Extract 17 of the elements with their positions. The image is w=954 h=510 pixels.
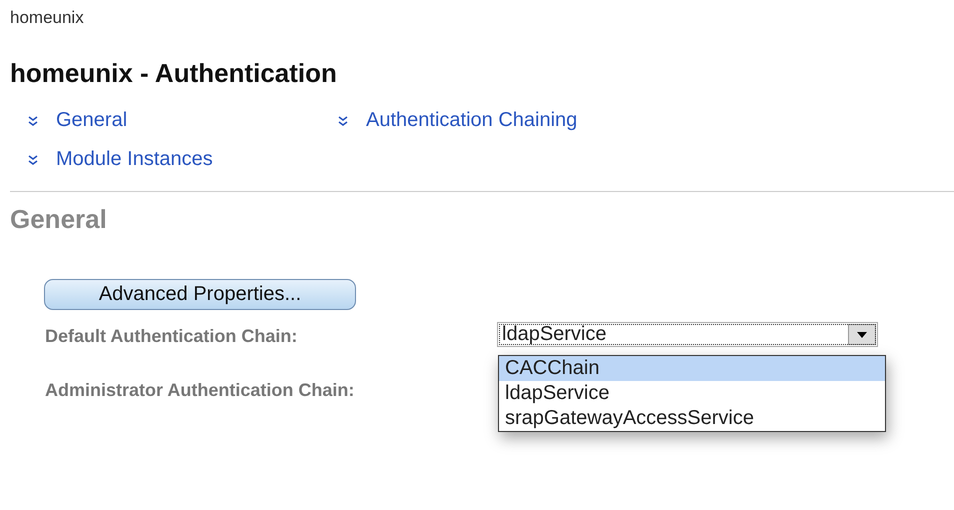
double-chevron-icon xyxy=(28,154,38,164)
dropdown-option[interactable]: CACChain xyxy=(499,356,885,381)
page-title: homeunix - Authentication xyxy=(10,58,338,89)
site-name: homeunix xyxy=(10,8,85,29)
advanced-properties-button[interactable]: Advanced Properties... xyxy=(44,279,356,310)
double-chevron-icon xyxy=(28,116,38,126)
section-link[interactable]: General xyxy=(56,109,128,132)
field-label: Administrator Authentication Chain: xyxy=(45,379,356,402)
dropdown-arrow-icon xyxy=(857,332,867,338)
dropdown-option[interactable]: ldapService xyxy=(499,381,885,406)
section-title: General xyxy=(10,204,108,235)
field-label: Default Authentication Chain: xyxy=(45,325,298,348)
dropdown-option[interactable]: srapGatewayAccessService xyxy=(499,406,885,431)
double-chevron-icon xyxy=(338,116,348,126)
section-link[interactable]: Authentication Chaining xyxy=(366,109,578,132)
select-dropdown[interactable]: ldapService xyxy=(497,322,878,347)
section-link[interactable]: Module Instances xyxy=(56,148,213,171)
